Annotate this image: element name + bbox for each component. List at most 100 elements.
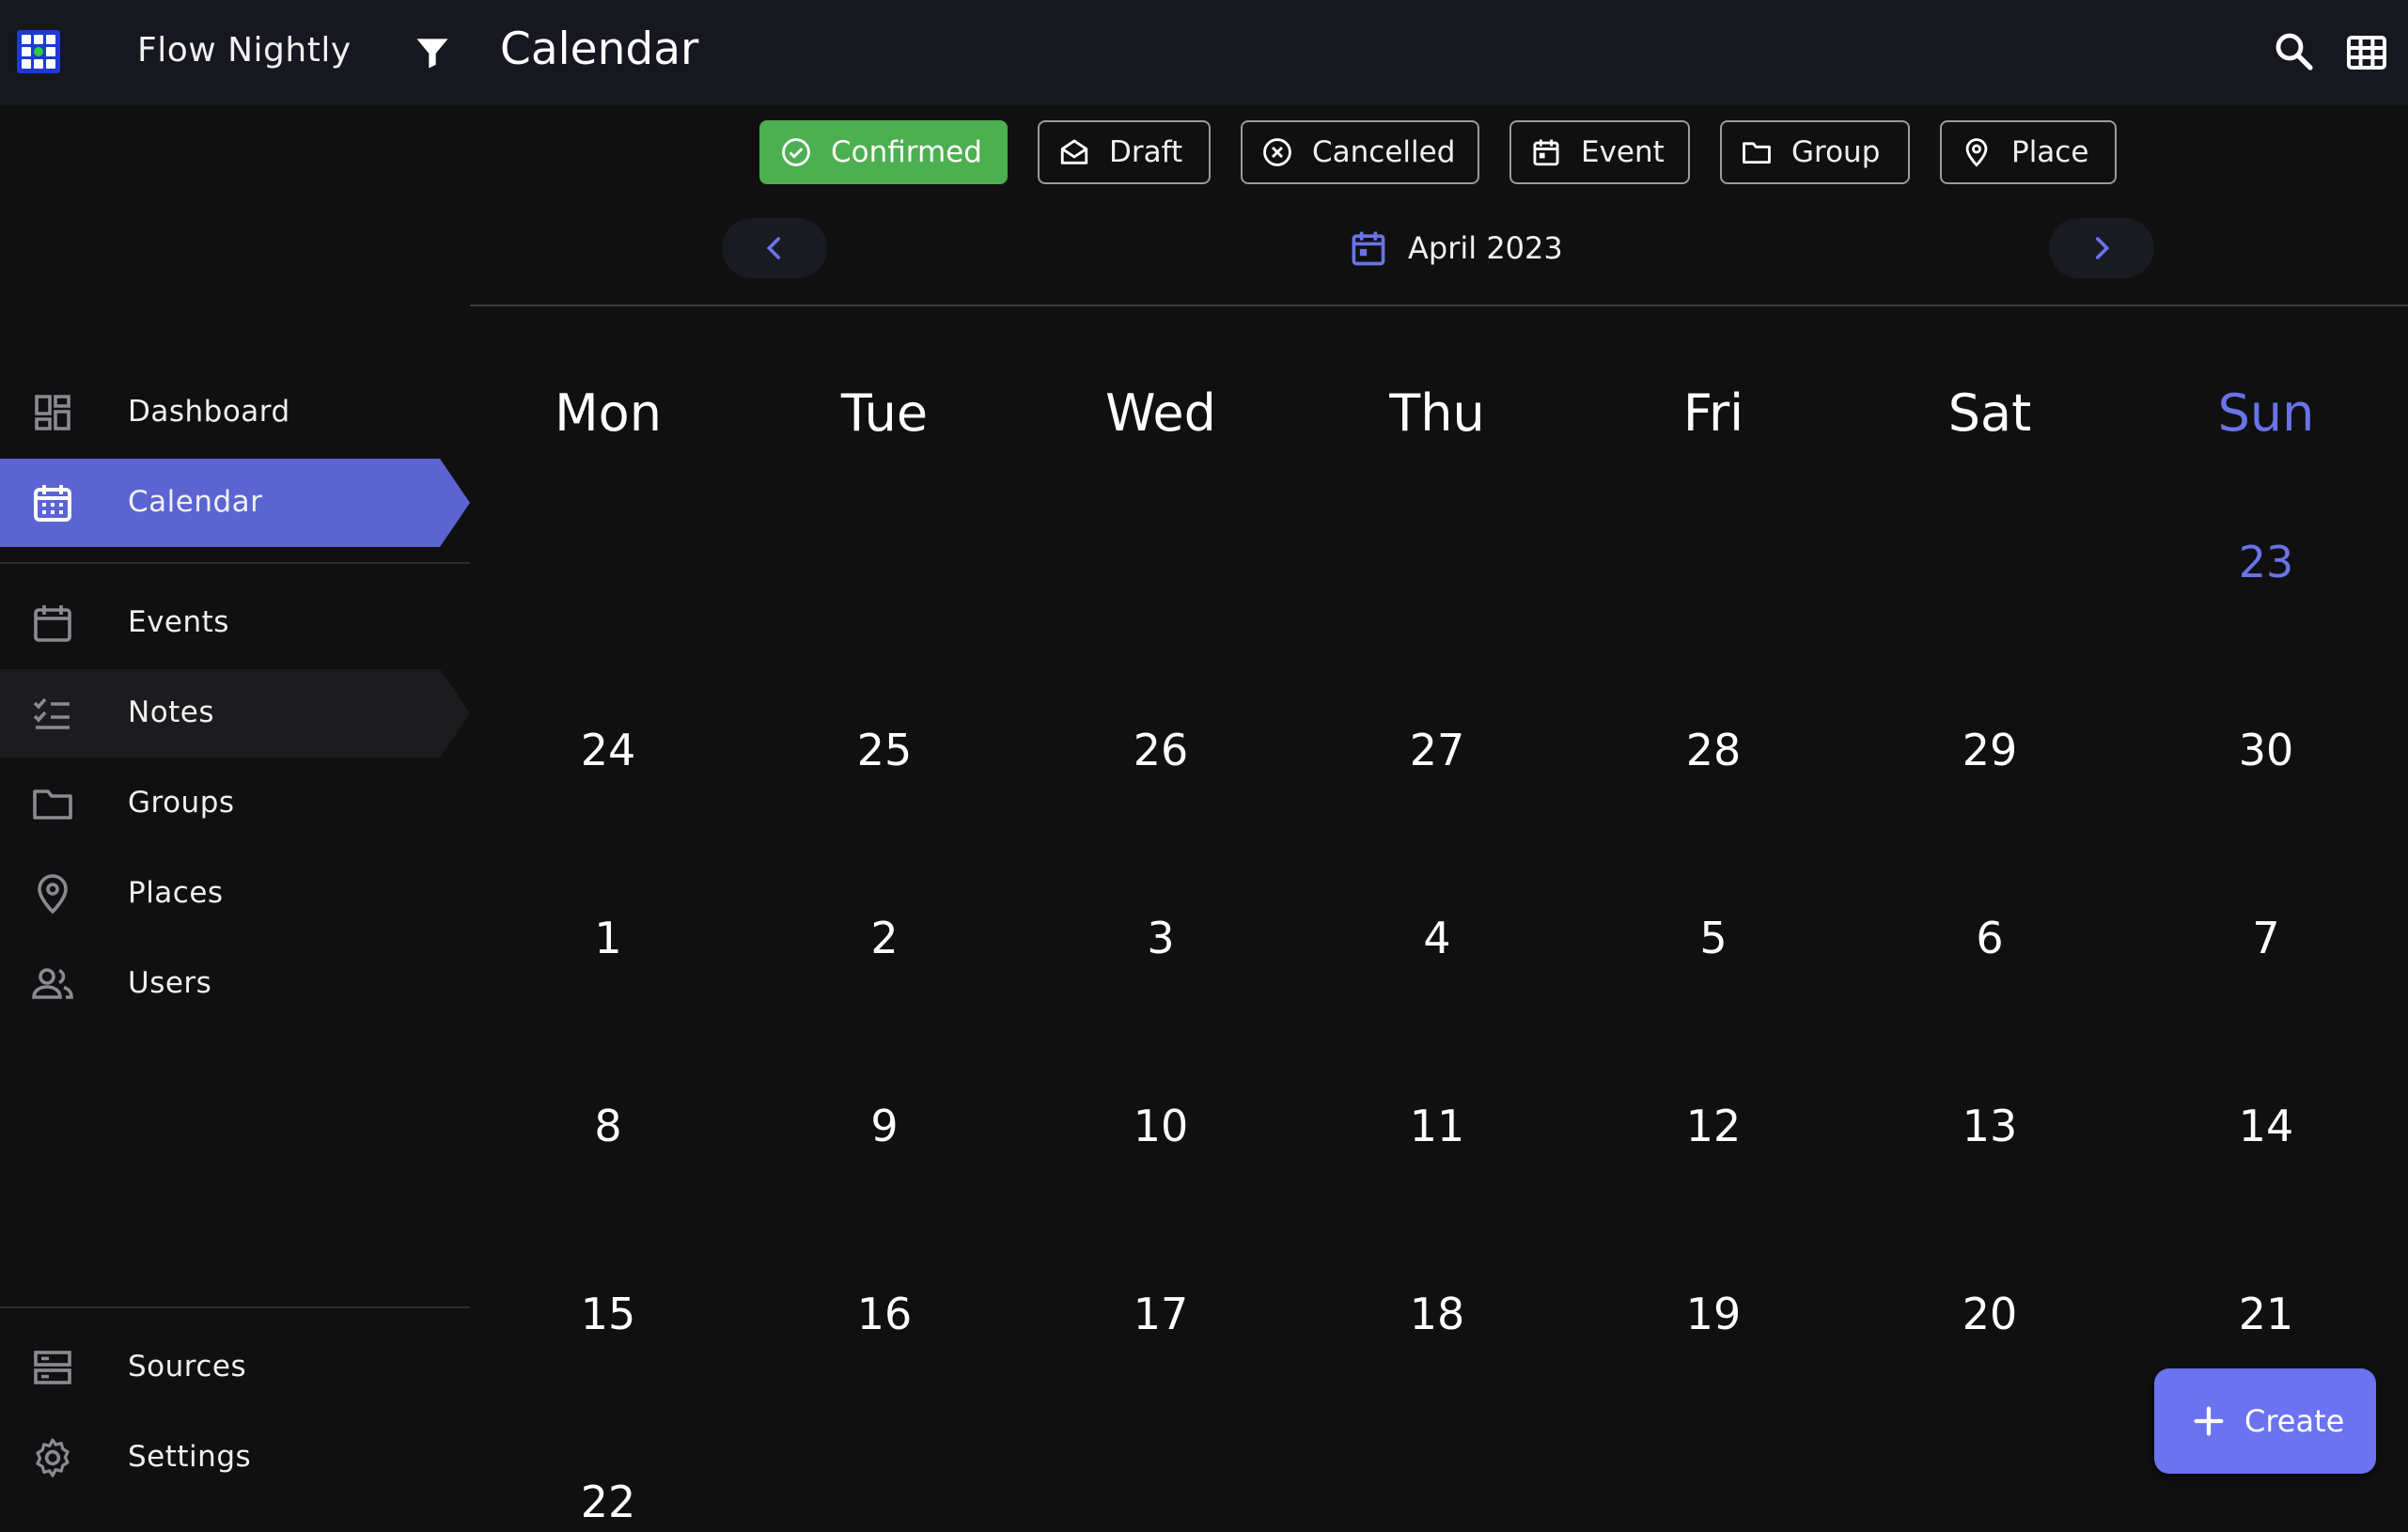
sidebar-item-label: Groups <box>128 786 235 820</box>
sidebar-item-groups[interactable]: Groups <box>0 759 470 848</box>
filter-chip-event[interactable]: Event <box>1509 120 1690 184</box>
calendar-day-cell[interactable]: 13 <box>1852 1096 2128 1156</box>
calendar-day-cell[interactable]: 24 <box>470 720 746 780</box>
weekday-header: Mon Tue Wed Thu Fri Sat Sun <box>470 376 2408 451</box>
dashboard-icon <box>35 395 70 430</box>
filter-chip-label: Cancelled <box>1312 135 1456 169</box>
filter-icon[interactable] <box>412 32 453 73</box>
month-label-text: April 2023 <box>1408 230 1563 266</box>
calendar-day-cell[interactable]: 28 <box>1575 720 1852 780</box>
chevron-right-icon <box>2095 237 2110 259</box>
calendar-day-cell[interactable]: 21 <box>2128 1284 2404 1344</box>
sidebar-item-users[interactable]: Users <box>0 940 470 1028</box>
storage-icon <box>34 1351 71 1384</box>
sidebar-item-events[interactable]: Events <box>0 579 470 667</box>
calendar-day-cell[interactable]: 9 <box>746 1096 1023 1156</box>
event-icon <box>1533 139 1559 166</box>
calendar-day-cell[interactable]: 3 <box>1023 908 1299 968</box>
filter-chip-confirmed[interactable]: Confirmed <box>759 120 1008 184</box>
calendar-day-cell[interactable]: 4 <box>1299 908 1575 968</box>
users-icon <box>32 968 73 999</box>
search-icon[interactable] <box>2271 28 2316 73</box>
draft-mail-icon <box>1060 139 1088 164</box>
calendar-day-cell[interactable]: 11 <box>1299 1096 1575 1156</box>
weekday-mon: Mon <box>555 383 662 443</box>
top-app-bar: Flow Nightly Calendar <box>0 0 2408 105</box>
calendar-day-cell[interactable]: 6 <box>1852 908 2128 968</box>
calendar-day-cell[interactable]: 25 <box>746 720 1023 780</box>
calendar-day-cell[interactable]: 8 <box>470 1096 746 1156</box>
sidebar-item-calendar[interactable]: Calendar <box>0 459 470 547</box>
previous-month-button[interactable] <box>722 218 827 278</box>
calendar-day-cell[interactable]: 27 <box>1299 720 1575 780</box>
filter-chip-label: Draft <box>1109 135 1183 169</box>
calendar-icon <box>34 485 71 522</box>
sidebar-item-notes[interactable]: Notes <box>0 669 470 758</box>
app-name: Flow Nightly <box>137 31 352 70</box>
calendar-day-cell[interactable]: 18 <box>1299 1284 1575 1344</box>
cancel-circle-icon <box>1263 138 1291 166</box>
calendar-day-cell[interactable]: 23 <box>2128 532 2404 592</box>
sidebar-item-settings[interactable]: Settings <box>0 1414 470 1502</box>
calendar-day-cell[interactable]: 17 <box>1023 1284 1299 1344</box>
filter-chip-label: Confirmed <box>831 135 982 169</box>
sidebar-item-label: Events <box>128 605 229 639</box>
calendar-day-cell[interactable]: 30 <box>2128 720 2404 780</box>
filter-chip-label: Group <box>1791 135 1881 169</box>
calendar-day-cell[interactable]: 29 <box>1852 720 2128 780</box>
sidebar-item-dashboard[interactable]: Dashboard <box>0 368 470 457</box>
calendar-day-cell[interactable]: 15 <box>470 1284 746 1344</box>
create-button-label: Create <box>2244 1403 2345 1439</box>
calendar-day-cell[interactable]: 22 <box>470 1472 746 1532</box>
calendar-today-icon <box>1352 231 1385 266</box>
month-navigation: April 2023 <box>470 216 2408 306</box>
calendar-day-cell[interactable]: 20 <box>1852 1284 2128 1344</box>
weekday-sat: Sat <box>1947 383 2032 443</box>
calendar-day-cell[interactable]: 12 <box>1575 1096 1852 1156</box>
sidebar-item-label: Settings <box>128 1440 252 1474</box>
calendar-day-cell[interactable]: 19 <box>1575 1284 1852 1344</box>
weekday-wed: Wed <box>1105 383 1216 443</box>
sidebar-item-label: Notes <box>128 696 215 729</box>
calendar-day-cell[interactable]: 26 <box>1023 720 1299 780</box>
weekday-thu: Thu <box>1389 383 1485 443</box>
gear-icon <box>36 1438 70 1477</box>
page-title: Calendar <box>500 23 699 75</box>
place-icon <box>38 874 68 915</box>
weekday-fri: Fri <box>1682 383 1744 443</box>
calendar-day-cell[interactable]: 5 <box>1575 908 1852 968</box>
app-logo-icon[interactable] <box>17 30 60 73</box>
apps-grid-icon[interactable] <box>2344 30 2389 75</box>
chevron-left-icon <box>766 237 781 259</box>
sidebar-divider <box>0 1306 470 1308</box>
sidebar-divider <box>0 562 470 564</box>
sidebar-item-places[interactable]: Places <box>0 850 470 938</box>
folder-icon <box>33 789 72 820</box>
filter-chip-group[interactable]: Group <box>1720 120 1910 184</box>
filter-chip-label: Place <box>2011 135 2089 169</box>
calendar-day-cell[interactable]: 16 <box>746 1284 1023 1344</box>
create-button[interactable]: Create <box>2154 1368 2376 1474</box>
month-label[interactable]: April 2023 <box>1348 226 1563 271</box>
filter-chip-place[interactable]: Place <box>1940 120 2117 184</box>
event-icon <box>34 605 71 642</box>
filter-chips: Confirmed Draft Cancelled Event Group Pl… <box>0 120 2408 184</box>
weekday-sun: Sun <box>2217 383 2315 443</box>
calendar-day-cell[interactable]: 14 <box>2128 1096 2404 1156</box>
calendar-day-cell[interactable]: 1 <box>470 908 746 968</box>
sidebar-item-label: Places <box>128 876 224 910</box>
filter-chip-draft[interactable]: Draft <box>1038 120 1211 184</box>
filter-chip-cancelled[interactable]: Cancelled <box>1241 120 1479 184</box>
sidebar-item-label: Calendar <box>128 485 263 519</box>
next-month-button[interactable] <box>2049 218 2154 278</box>
weekday-tue: Tue <box>840 383 929 443</box>
calendar-day-cell[interactable]: 10 <box>1023 1096 1299 1156</box>
sidebar-item-label: Sources <box>128 1350 247 1383</box>
folder-icon <box>1743 142 1771 164</box>
check-circle-icon <box>782 138 810 166</box>
sidebar-item-label: Dashboard <box>128 395 290 429</box>
calendar-day-cell[interactable]: 7 <box>2128 908 2404 968</box>
calendar-day-cell[interactable]: 2 <box>746 908 1023 968</box>
sidebar-item-sources[interactable]: Sources <box>0 1323 470 1412</box>
sidebar: Dashboard Calendar Events Notes Groups P… <box>0 105 470 1506</box>
